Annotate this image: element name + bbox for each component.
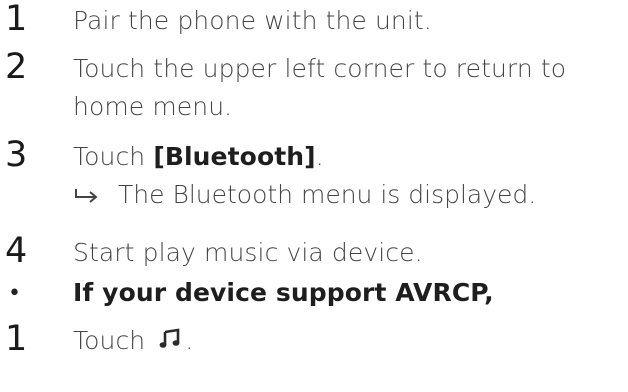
step-result: The Bluetooth menu is displayed. <box>74 177 536 214</box>
step-text: Touch . <box>73 323 193 360</box>
music-note-icon <box>159 324 181 360</box>
step-text-line-1: Touch the upper left corner to return to <box>73 54 567 83</box>
step-text-prefix: Touch <box>73 142 154 171</box>
step-number: 1 <box>5 319 28 359</box>
step-number: 2 <box>5 47 28 87</box>
step-number: 1 <box>5 0 28 39</box>
step-text: Touch [Bluetooth]. <box>73 139 324 175</box>
bullet-symbol: • <box>8 281 21 306</box>
step-text-suffix: . <box>185 326 194 355</box>
step-text-prefix: Touch <box>73 326 154 355</box>
step-number: 3 <box>5 135 28 175</box>
step-text: Pair the phone with the unit. <box>73 6 432 35</box>
bullet-text: If your device support AVRCP, <box>73 278 494 307</box>
step-text-line-2: home menu. <box>73 92 233 121</box>
step-text: Start play music via device. <box>73 238 423 267</box>
result-text: The Bluetooth menu is displayed. <box>118 180 537 209</box>
step-text-suffix: . <box>315 142 324 171</box>
bluetooth-option-label: [Bluetooth] <box>153 142 316 171</box>
result-arrow-icon <box>74 178 104 214</box>
step-number: 4 <box>5 231 28 271</box>
